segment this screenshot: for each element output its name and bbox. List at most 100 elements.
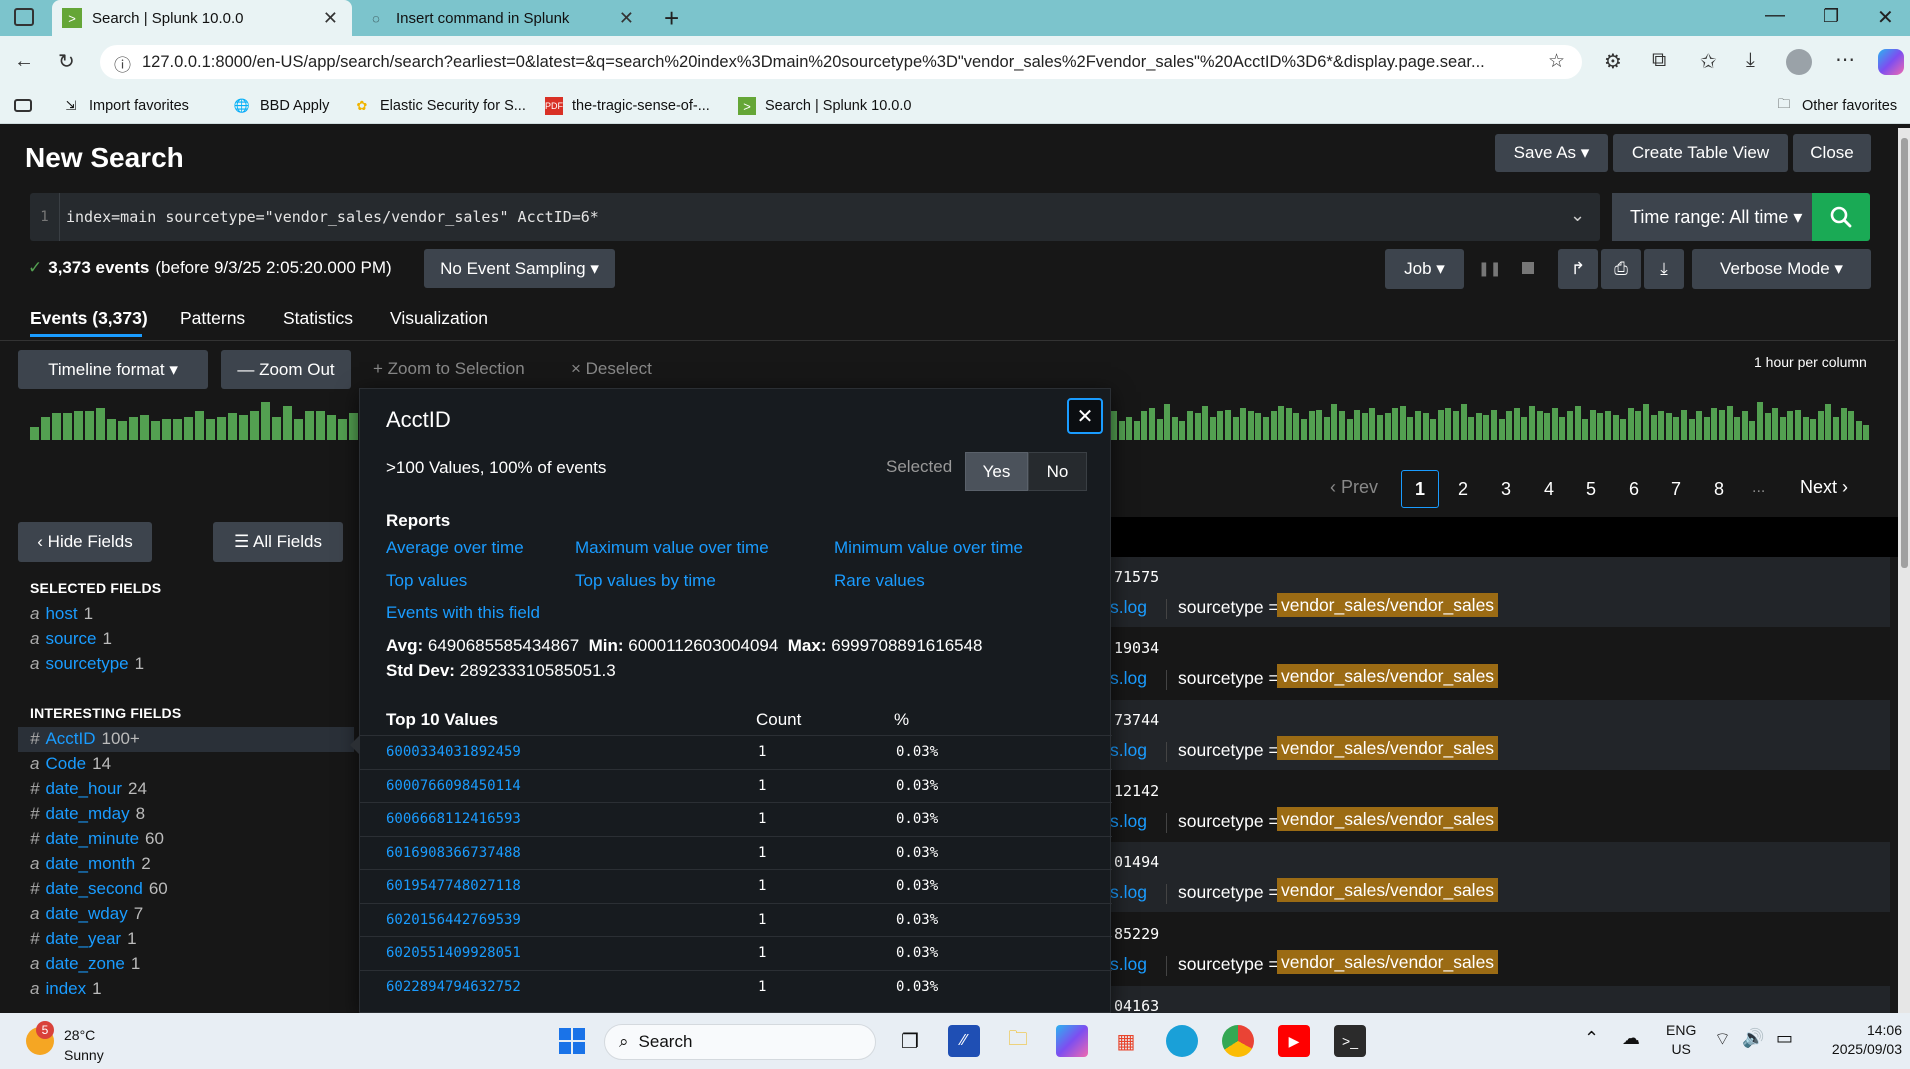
histogram-bar[interactable]: [1780, 417, 1786, 440]
histogram-bar[interactable]: [1742, 411, 1748, 440]
bookmark-elastic-security[interactable]: ✿ Elastic Security for S...: [353, 88, 526, 124]
histogram-bar[interactable]: [1309, 411, 1315, 440]
field-item-date-zone[interactable]: a date_zone 1: [30, 954, 140, 974]
selected-yes-button[interactable]: Yes: [965, 452, 1028, 491]
histogram-bar[interactable]: [316, 411, 325, 440]
histogram-bar[interactable]: [1430, 419, 1436, 440]
histogram-bar[interactable]: [1825, 404, 1831, 440]
histogram-bar[interactable]: [1293, 413, 1299, 440]
all-fields-button[interactable]: ☰ All Fields: [213, 522, 343, 562]
file-explorer-icon[interactable]: 🗀: [1002, 1025, 1034, 1057]
histogram-bar[interactable]: [52, 413, 61, 440]
top-value-link[interactable]: 6000766098450114: [386, 778, 521, 794]
histogram-bar[interactable]: [272, 417, 281, 440]
pause-icon[interactable]: ❚❚: [1478, 260, 1501, 277]
histogram-bar[interactable]: [1149, 408, 1155, 440]
histogram-bar[interactable]: [1795, 410, 1801, 440]
split-screen-icon[interactable]: ⧉: [1652, 49, 1666, 72]
histogram-bar[interactable]: [1339, 411, 1345, 440]
timeline-format-button[interactable]: Timeline format ▾: [18, 350, 208, 389]
histogram-bar[interactable]: [118, 421, 127, 440]
maximize-icon[interactable]: ❐: [1823, 6, 1839, 27]
histogram-bar[interactable]: [1529, 406, 1535, 440]
field-item-date-month[interactable]: a date_month 2: [30, 854, 151, 874]
histogram-bar[interactable]: [1727, 406, 1733, 440]
histogram-bar[interactable]: [1605, 411, 1611, 440]
export-icon[interactable]: ⤓: [1644, 249, 1684, 289]
histogram-bar[interactable]: [1696, 411, 1702, 440]
histogram-bar[interactable]: [1316, 410, 1322, 440]
histogram-bar[interactable]: [1772, 408, 1778, 440]
histogram-bar[interactable]: [1255, 413, 1261, 440]
histogram-bar[interactable]: [1514, 408, 1520, 440]
histogram-bar[interactable]: [1263, 417, 1269, 440]
histogram-bar[interactable]: [1248, 411, 1254, 440]
histogram-bar[interactable]: [1423, 413, 1429, 440]
close-tab-icon[interactable]: ✕: [619, 8, 634, 29]
event-sampling-dropdown[interactable]: No Event Sampling ▾: [424, 249, 615, 288]
field-item-date-minute[interactable]: # date_minute 60: [30, 829, 164, 849]
bookmark-tragic-sense[interactable]: PDF the-tragic-sense-of-...: [545, 88, 710, 124]
field-item-acctid[interactable]: # AcctID 100+: [30, 729, 140, 749]
field-item-date-second[interactable]: # date_second 60: [30, 879, 168, 899]
histogram-bar[interactable]: [1202, 406, 1208, 440]
histogram-bar[interactable]: [1575, 406, 1581, 440]
histogram-bar[interactable]: [1111, 411, 1117, 440]
event-row[interactable]: 19034 s.log sourcetype = vendor_sales/vendo…: [1110, 628, 1890, 698]
event-source-fragment[interactable]: s.log: [1110, 597, 1147, 618]
copilot-app-icon[interactable]: [1056, 1025, 1088, 1057]
language-indicator[interactable]: ENG US: [1666, 1021, 1696, 1059]
top-value-link[interactable]: 6019547748027118: [386, 878, 521, 894]
deselect-button[interactable]: × Deselect: [571, 359, 652, 379]
histogram-bar[interactable]: [1734, 417, 1740, 440]
event-source-fragment[interactable]: s.log: [1110, 811, 1147, 832]
time-range-picker[interactable]: Time range: All time ▾: [1612, 193, 1812, 241]
favorite-star-icon[interactable]: ☆: [1548, 50, 1565, 73]
histogram-bar[interactable]: [1749, 421, 1755, 440]
field-item-date-hour[interactable]: # date_hour 24: [30, 779, 147, 799]
histogram-bar[interactable]: [1635, 411, 1641, 440]
page-4[interactable]: 4: [1530, 470, 1568, 508]
histogram-bar[interactable]: [30, 427, 39, 440]
event-sourcetype-value[interactable]: vendor_sales/vendor_sales: [1277, 807, 1499, 831]
create-table-view-button[interactable]: Create Table View: [1613, 134, 1788, 172]
field-item-source[interactable]: a source 1: [30, 629, 112, 649]
network-alert-icon[interactable]: ☁: [1622, 1028, 1640, 1049]
tab-visualization[interactable]: Visualization: [390, 308, 488, 329]
histogram-bar[interactable]: [294, 419, 303, 440]
show-hidden-icons[interactable]: ⌃: [1584, 1028, 1599, 1049]
event-row[interactable]: 12142 s.log sourcetype = vendor_sales/vendo…: [1110, 771, 1890, 841]
pagination-next[interactable]: Next ›: [1800, 477, 1848, 498]
histogram-bar[interactable]: [1377, 415, 1383, 440]
histogram-bar[interactable]: [1392, 408, 1398, 440]
page-8[interactable]: 8: [1700, 470, 1738, 508]
favorites-icon[interactable]: ✩: [1700, 49, 1717, 74]
histogram-bar[interactable]: [151, 421, 160, 440]
event-row[interactable]: 71575 s.log sourcetype = vendor_sales/vendo…: [1110, 557, 1890, 627]
histogram-bar[interactable]: [1172, 417, 1178, 440]
event-sourcetype-value[interactable]: vendor_sales/vendor_sales: [1277, 736, 1499, 760]
histogram-bar[interactable]: [1689, 419, 1695, 440]
copilot-icon[interactable]: [1878, 49, 1904, 75]
page-5[interactable]: 5: [1572, 470, 1610, 508]
chevron-down-icon[interactable]: ⌄: [1570, 205, 1585, 226]
battery-icon[interactable]: ▭: [1776, 1028, 1793, 1049]
histogram-bar[interactable]: [1643, 404, 1649, 440]
histogram-bar[interactable]: [327, 415, 336, 440]
clock[interactable]: 14:06 2025/09/03: [1816, 1021, 1902, 1059]
event-row[interactable]: 73744 s.log sourcetype = vendor_sales/vendo…: [1110, 700, 1890, 770]
zoom-to-selection-button[interactable]: + Zoom to Selection: [373, 359, 525, 379]
search-go-button[interactable]: [1812, 193, 1870, 241]
report-events-with-field[interactable]: Events with this field: [386, 603, 540, 623]
windows-start-icon[interactable]: [556, 1025, 588, 1057]
histogram-bar[interactable]: [250, 411, 259, 440]
timeline-histogram-right[interactable]: [1111, 400, 1871, 440]
report-average-over-time[interactable]: Average over time: [386, 538, 524, 558]
close-tab-icon[interactable]: ✕: [323, 8, 338, 29]
histogram-bar[interactable]: [184, 417, 193, 440]
taskbar-search-box[interactable]: ⌕ Search: [604, 1024, 876, 1060]
event-sourcetype-value[interactable]: vendor_sales/vendor_sales: [1277, 878, 1499, 902]
histogram-bar[interactable]: [1810, 419, 1816, 440]
report-minimum-over-time[interactable]: Minimum value over time: [834, 538, 1023, 558]
histogram-bar[interactable]: [1362, 413, 1368, 440]
